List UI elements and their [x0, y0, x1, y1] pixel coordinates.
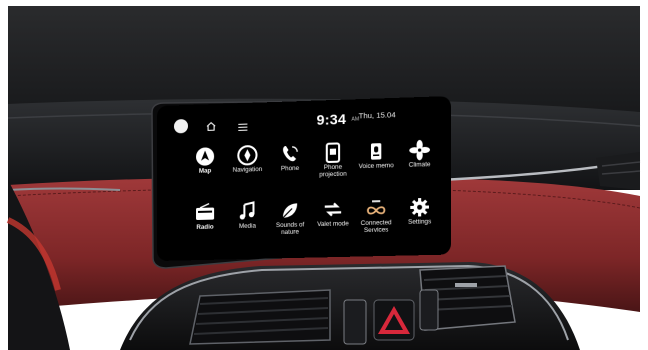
app-grid: Map Navigation Phone Phone projection Vo… [186, 133, 439, 249]
app-tile-map[interactable]: Map [186, 140, 224, 191]
infotainment-screen: 9:34 AM Thu, 15.04 Map Navigation Phone … [157, 96, 451, 261]
app-tile-valet-mode[interactable]: Valet mode [314, 193, 353, 245]
app-label: Climate [408, 161, 431, 169]
profile-icon[interactable] [173, 118, 188, 134]
phone-icon [278, 142, 302, 167]
gear-icon [407, 195, 432, 220]
app-tile-climate[interactable]: Climate [400, 133, 439, 185]
phone-projection-icon [321, 140, 346, 165]
radio-icon [193, 200, 217, 225]
connected-services-icon [364, 196, 389, 221]
compass-icon [235, 143, 259, 168]
app-tile-voice-memo[interactable]: Voice memo [357, 135, 396, 187]
app-tile-settings[interactable]: Settings [400, 190, 439, 242]
app-label: Settings [408, 218, 432, 226]
console-knob-left[interactable] [343, 299, 367, 345]
app-tile-media[interactable]: Media [228, 195, 266, 246]
map-icon [193, 144, 217, 169]
leaf-icon [278, 198, 302, 223]
app-tile-navigation[interactable]: Navigation [228, 139, 266, 190]
hazard-button[interactable] [373, 299, 415, 341]
valet-icon [321, 197, 346, 222]
console-knob-right[interactable] [419, 289, 439, 331]
music-note-icon [235, 199, 259, 224]
fan-icon [407, 137, 432, 162]
car-interior-scene: 9:34 AM Thu, 15.04 Map Navigation Phone … [0, 0, 648, 350]
app-tile-connected-services[interactable]: Connected Services [357, 192, 396, 244]
app-tile-radio[interactable]: Radio [186, 196, 224, 247]
home-icon[interactable] [205, 118, 216, 131]
app-tile-sounds-of-nature[interactable]: Sounds of nature [271, 194, 310, 245]
menu-icon[interactable] [238, 118, 247, 126]
date-label: Thu, 15.04 [358, 110, 396, 121]
app-tile-phone[interactable]: Phone [271, 137, 310, 189]
app-tile-phone-projection[interactable]: Phone projection [314, 136, 353, 188]
clock-time: 9:34 [316, 110, 347, 128]
voice-memo-icon [364, 139, 389, 164]
left-console-vent [189, 289, 331, 345]
